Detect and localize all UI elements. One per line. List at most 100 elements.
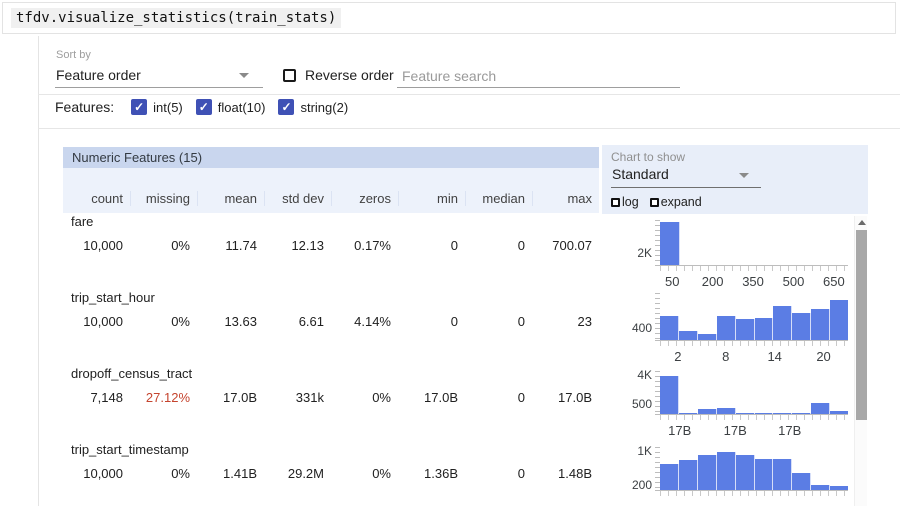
stat-stddev: 331k xyxy=(264,390,331,437)
tfdv-statistics-page: tfdv.visualize_statistics(train_stats) S… xyxy=(0,0,900,506)
stat-min: 17.0B xyxy=(398,390,465,437)
notebook-code-cell[interactable]: tfdv.visualize_statistics(train_stats) xyxy=(2,2,896,34)
x-axis-tick-label: 8 xyxy=(722,349,729,364)
scrollbar-thumb[interactable] xyxy=(856,230,867,420)
expand-label: expand xyxy=(661,195,702,209)
stat-max: 23 xyxy=(532,314,599,361)
histogram-bars xyxy=(660,293,848,340)
table-row: trip_start_timestamp 10,000 0% 1.41B 29.… xyxy=(63,442,599,506)
x-axis-ticks xyxy=(660,341,848,346)
histogram-bar[interactable] xyxy=(660,376,679,414)
sort-by-dropdown[interactable]: Feature order xyxy=(55,64,263,88)
stat-count: 10,000 xyxy=(63,466,130,506)
stat-zeros: 0.17% xyxy=(331,238,398,285)
x-axis-tick-label: 350 xyxy=(742,274,764,289)
histogram-bar[interactable] xyxy=(660,464,679,490)
feature-search-placeholder: Feature search xyxy=(402,68,496,84)
stat-count: 10,000 xyxy=(63,238,130,283)
scroll-up-arrow-icon[interactable] xyxy=(858,220,866,225)
check-icon: ✓ xyxy=(134,99,144,115)
column-header-median: median xyxy=(465,191,532,206)
chart-type-dropdown[interactable]: Standard xyxy=(611,164,761,188)
stat-min: 1.36B xyxy=(398,466,465,506)
chart-controls-panel: Chart to show Standard log expand xyxy=(602,145,868,214)
chart-type-value: Standard xyxy=(612,166,669,182)
histogram-bar[interactable] xyxy=(698,455,717,490)
column-header-missing: missing xyxy=(130,191,197,206)
numeric-features-title: Numeric Features (15) xyxy=(63,147,599,168)
histogram-bar[interactable] xyxy=(811,309,830,340)
histogram-bar[interactable] xyxy=(773,459,792,490)
reverse-order-label: Reverse order xyxy=(305,67,394,83)
table-header: count missing mean std dev zeros min med… xyxy=(63,168,599,213)
x-axis-labels: 50200350500650 xyxy=(660,274,848,288)
histogram-bars xyxy=(660,447,848,490)
y-axis-tick-label: 500 xyxy=(632,398,652,410)
y-axis-tick-label: 400 xyxy=(632,322,652,334)
stat-mean: 13.63 xyxy=(197,314,264,361)
histogram-bar[interactable] xyxy=(660,222,680,265)
histogram-bar[interactable] xyxy=(755,318,774,340)
stat-missing: 27.12% xyxy=(130,390,197,437)
chart-to-show-label: Chart to show xyxy=(611,150,685,164)
filter-float[interactable]: ✓ float(10) xyxy=(196,99,266,115)
stat-max: 700.07 xyxy=(532,238,599,285)
table-row: trip_start_hour 10,000 0% 13.63 6.61 4.1… xyxy=(63,290,599,361)
stat-median: 0 xyxy=(465,238,532,285)
filter-string-label: string(2) xyxy=(300,100,348,115)
vertical-scrollbar[interactable] xyxy=(854,216,867,506)
feature-search-input[interactable]: Feature search xyxy=(397,64,680,88)
histogram-bar[interactable] xyxy=(736,455,755,490)
histogram-bars xyxy=(660,220,848,265)
filter-int[interactable]: ✓ int(5) xyxy=(131,99,183,115)
reverse-order-checkbox[interactable]: Reverse order xyxy=(283,67,394,83)
histogram-bar[interactable] xyxy=(736,319,755,340)
y-axis-tick-label: 4K xyxy=(637,369,652,381)
histogram-bar[interactable] xyxy=(792,473,811,490)
histogram-bar[interactable] xyxy=(679,460,698,490)
histogram-bar[interactable] xyxy=(717,452,736,490)
histogram-bar[interactable] xyxy=(811,403,830,414)
stat-mean: 1.41B xyxy=(197,466,264,506)
sort-by-value: Feature order xyxy=(56,67,141,83)
histogram-trip-start-timestamp[interactable]: 1K200 xyxy=(660,447,848,490)
histogram-bar[interactable] xyxy=(755,459,774,490)
stat-missing: 0% xyxy=(130,314,197,361)
column-header-min: min xyxy=(398,191,465,206)
histogram-dropoff-census-tract[interactable]: 4K500 17B17B17B xyxy=(660,371,848,414)
stat-zeros: 4.14% xyxy=(331,314,398,361)
histogram-bar[interactable] xyxy=(679,331,698,340)
checkbox-checked-icon[interactable]: ✓ xyxy=(278,99,294,115)
column-header-zeros: zeros xyxy=(331,191,398,206)
chevron-down-icon xyxy=(739,173,749,178)
table-row: fare 10,000 0% 11.74 12.13 0.17% 0 0 700… xyxy=(63,214,599,285)
stat-stddev: 6.61 xyxy=(264,314,331,361)
stat-median: 0 xyxy=(465,314,532,361)
expand-checkbox[interactable] xyxy=(650,198,659,207)
chevron-down-icon xyxy=(239,73,249,78)
filter-int-label: int(5) xyxy=(153,100,183,115)
histogram-bar[interactable] xyxy=(717,316,736,340)
histogram-bar[interactable] xyxy=(773,306,792,340)
histogram-fare[interactable]: 2K 50200350500650 xyxy=(660,220,848,265)
output-left-border xyxy=(38,36,39,506)
log-checkbox[interactable] xyxy=(611,198,620,207)
y-axis-labels: 1K200 xyxy=(618,447,652,490)
histogram-trip-start-hour[interactable]: 400 281420 xyxy=(660,293,848,340)
x-axis-tick-label: 2 xyxy=(674,349,681,364)
y-axis-tick-label: 200 xyxy=(632,479,652,491)
features-label: Features: xyxy=(55,99,114,115)
histogram-bar[interactable] xyxy=(792,313,811,340)
x-axis-ticks xyxy=(660,266,848,271)
histogram-bar[interactable] xyxy=(830,300,848,340)
checkbox-unchecked-icon[interactable] xyxy=(283,69,296,82)
histogram-bar[interactable] xyxy=(660,316,679,340)
filter-string[interactable]: ✓ string(2) xyxy=(278,99,348,115)
code-text: tfdv.visualize_statistics(train_stats) xyxy=(11,8,341,28)
checkbox-checked-icon[interactable]: ✓ xyxy=(196,99,212,115)
checkbox-checked-icon[interactable]: ✓ xyxy=(131,99,147,115)
stat-min: 0 xyxy=(398,238,465,285)
x-axis-labels xyxy=(660,499,848,506)
chart-option-checkboxes: log expand xyxy=(611,195,713,209)
stat-max: 17.0B xyxy=(532,390,599,437)
